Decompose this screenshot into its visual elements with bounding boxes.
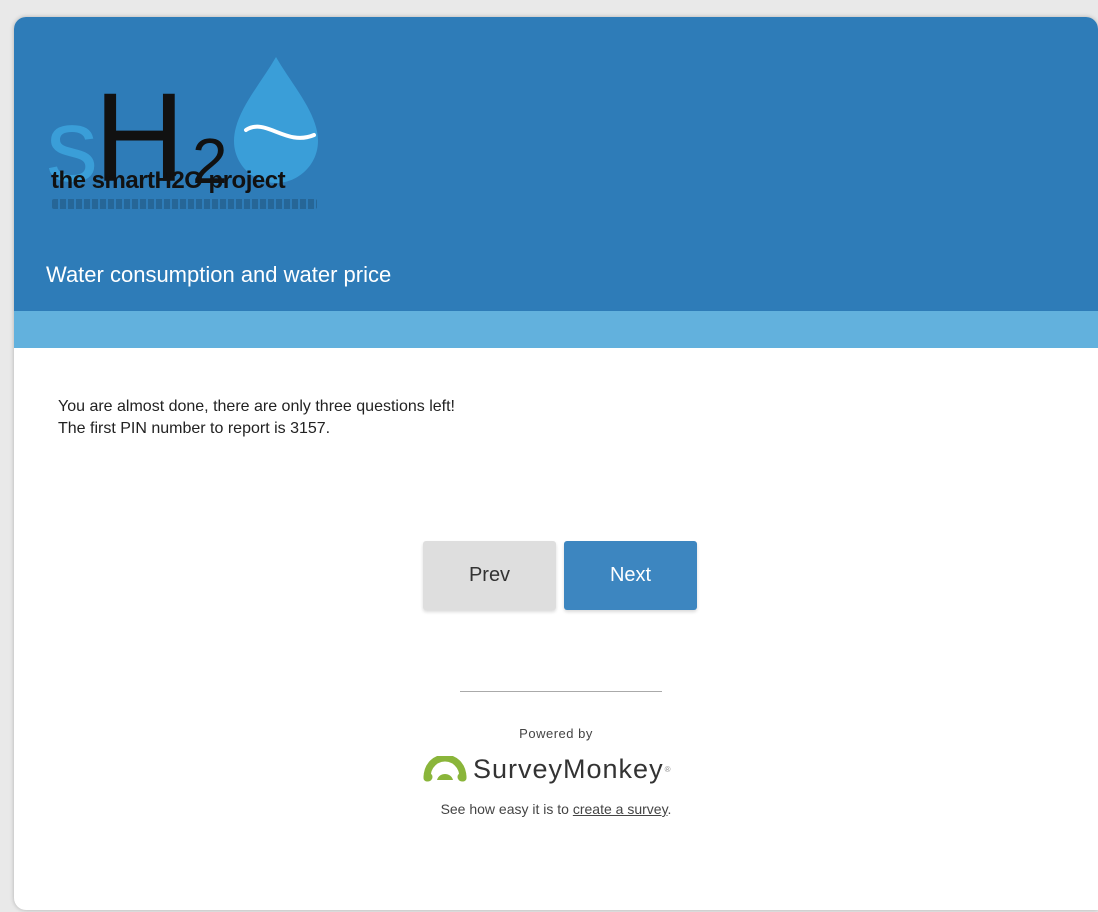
logo-tagline bbox=[52, 199, 317, 209]
message-line-2: The first PIN number to report is 3157. bbox=[58, 420, 331, 437]
surveymonkey-logo[interactable]: SurveyMonkey ® bbox=[423, 752, 670, 786]
create-survey-footnote: See how easy it is to create a survey. bbox=[14, 801, 1098, 817]
logo-caption: the smartH2O project bbox=[51, 167, 286, 194]
header-stripe bbox=[14, 311, 1098, 348]
next-button[interactable]: Next bbox=[564, 541, 697, 610]
survey-title: Water consumption and water price bbox=[46, 262, 392, 287]
create-survey-link[interactable]: create a survey bbox=[573, 801, 668, 817]
survey-card: s H 2 the smartH2O project Water consump… bbox=[14, 17, 1098, 910]
surveymonkey-name: SurveyMonkey bbox=[473, 753, 664, 784]
message-line-1: You are almost done, there are only thre… bbox=[58, 398, 455, 415]
footer-divider bbox=[460, 691, 662, 692]
prev-button[interactable]: Prev bbox=[423, 541, 556, 610]
registered-mark: ® bbox=[664, 764, 671, 774]
survey-header: s H 2 the smartH2O project Water consump… bbox=[14, 17, 1098, 311]
surveymonkey-icon bbox=[423, 756, 467, 782]
footnote-prefix: See how easy it is to bbox=[440, 801, 573, 817]
footnote-suffix: . bbox=[667, 801, 672, 817]
powered-by-label: Powered by bbox=[519, 726, 593, 741]
survey-message: You are almost done, there are only thre… bbox=[58, 396, 455, 440]
